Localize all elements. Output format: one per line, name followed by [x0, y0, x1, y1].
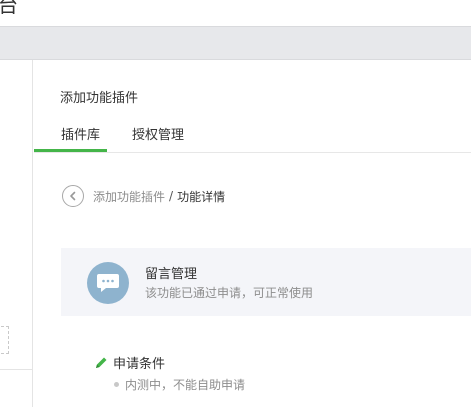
left-sidebar [0, 60, 33, 407]
active-tab-indicator [34, 149, 107, 152]
bullet-dot [114, 382, 119, 387]
breadcrumb-parent-link[interactable]: 添加功能插件 [93, 188, 165, 205]
sidebar-divider [0, 369, 33, 370]
top-header: 台 [0, 0, 471, 26]
header-title-partial: 台 [0, 0, 19, 17]
conditions-header: 申请条件 [94, 353, 165, 372]
nav-band [0, 26, 471, 60]
pencil-icon [96, 357, 107, 368]
tab-plugin-library[interactable]: 插件库 [61, 124, 100, 143]
condition-item: 内测中，不能自助申请 [114, 376, 245, 393]
breadcrumb-separator: / [169, 189, 174, 203]
plugin-info-panel: 留言管理 该功能已通过申请，可正常使用 [61, 248, 471, 316]
back-arrow-icon[interactable] [62, 185, 84, 207]
plugin-name: 留言管理 [145, 267, 198, 282]
chat-bubble-icon [87, 262, 129, 304]
breadcrumb: 添加功能插件 / 功能详情 [62, 185, 225, 207]
breadcrumb-current: 功能详情 [177, 189, 226, 204]
plugin-status: 该功能已通过申请，可正常使用 [145, 286, 314, 300]
conditions-title: 申请条件 [113, 357, 166, 372]
condition-item-text: 内测中，不能自助申请 [125, 378, 246, 392]
page-title: 添加功能插件 [60, 91, 139, 106]
dashed-placeholder-box [0, 326, 9, 354]
tab-authorization[interactable]: 授权管理 [132, 124, 184, 143]
main-content: 添加功能插件 插件库 授权管理 添加功能插件 / 功能详情 留言管理 该功能已通… [34, 60, 471, 407]
